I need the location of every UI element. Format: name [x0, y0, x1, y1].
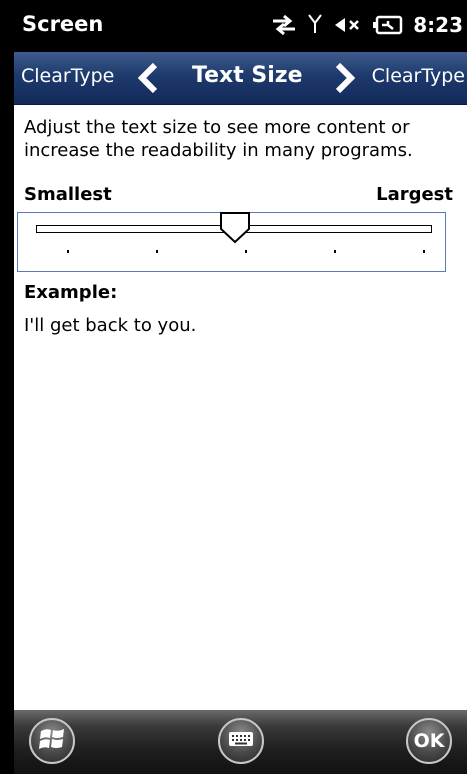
slider-tick [334, 250, 336, 253]
ok-button[interactable]: OK [406, 718, 452, 764]
data-sync-icon [271, 14, 297, 36]
clock-time: 8:23 [413, 13, 463, 37]
device-screen: Screen 8:23 ClearType Text Size ClearTyp… [14, 0, 467, 774]
status-bar: Screen 8:23 [14, 0, 467, 52]
nav-prev-link[interactable]: ClearType [21, 65, 114, 87]
example-label: Example: [24, 282, 118, 303]
nav-next-link[interactable]: ClearType [372, 65, 465, 87]
keyboard-icon [228, 730, 254, 752]
slider-min-label: Smallest [24, 184, 112, 205]
navigation-bar: ClearType Text Size ClearType [14, 52, 467, 105]
description-text: Adjust the text size to see more content… [24, 117, 413, 161]
signal-icon [307, 13, 323, 37]
example-text: I'll get back to you. [24, 315, 197, 336]
chevron-right-icon[interactable] [332, 62, 358, 98]
text-size-slider[interactable] [17, 212, 446, 272]
speaker-muted-icon [333, 15, 363, 35]
callout-arrow-icon [0, 220, 14, 238]
windows-start-icon [38, 726, 66, 756]
slider-tick [156, 250, 158, 253]
status-title: Screen [22, 12, 104, 36]
chevron-left-icon[interactable] [135, 62, 161, 98]
slider-tick [245, 250, 247, 253]
slider-tick [423, 250, 425, 253]
status-icons: 8:23 [271, 10, 463, 40]
page-title: Text Size [192, 63, 303, 88]
keyboard-button[interactable] [218, 718, 264, 764]
battery-charging-icon [373, 15, 403, 35]
slider-thumb[interactable] [219, 211, 251, 249]
left-edge-strip [0, 0, 14, 774]
bottom-app-bar: OK [14, 710, 467, 774]
start-button[interactable] [29, 718, 75, 764]
slider-tick [67, 250, 69, 253]
slider-max-label: Largest [376, 184, 453, 205]
